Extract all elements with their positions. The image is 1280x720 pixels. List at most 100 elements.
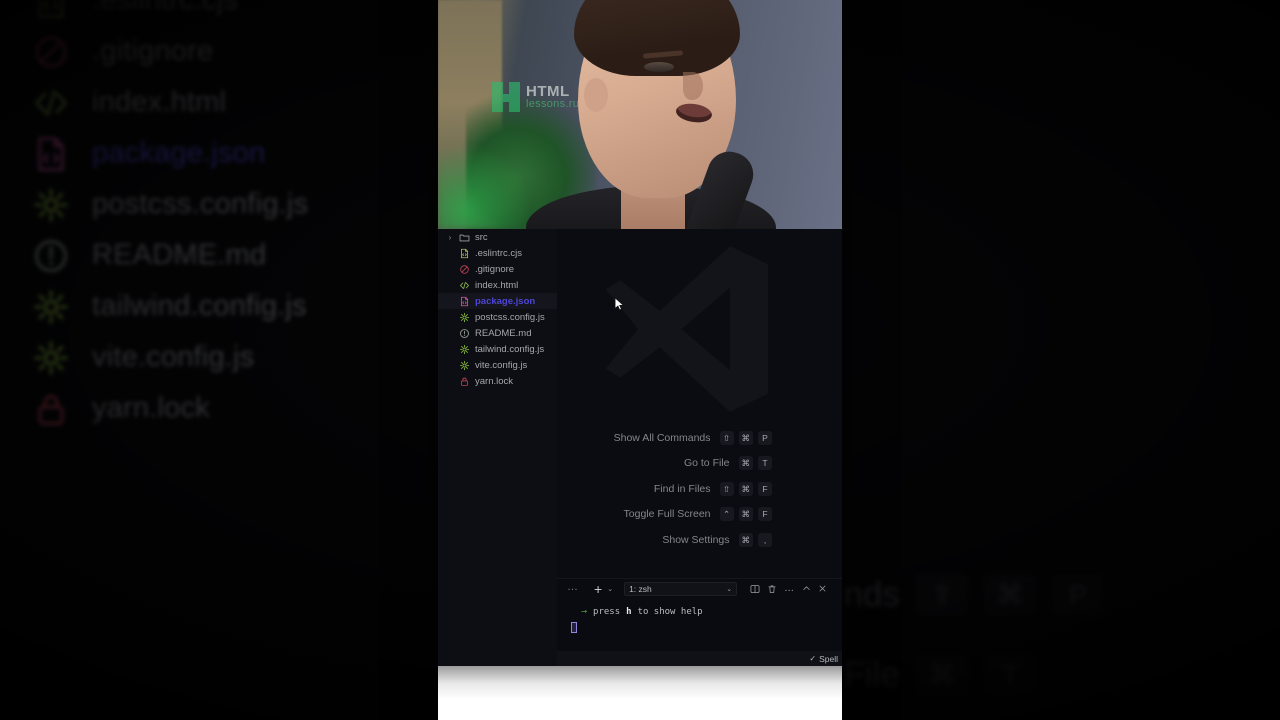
shortcut-row: Go to File ⌘ T: [557, 451, 772, 477]
explorer-item--gitignore[interactable]: .gitignore: [438, 261, 557, 277]
background-shortcut-key: T: [984, 654, 1036, 696]
terminal-more-actions-icon[interactable]: …: [784, 583, 795, 594]
chevron-right-icon[interactable]: ›: [446, 233, 454, 242]
background-file-label: tailwind.config.js: [92, 290, 307, 322]
json-file-icon: [459, 296, 470, 307]
explorer-item-label: yarn.lock: [475, 375, 514, 387]
explorer-item-label: vite.config.js: [475, 359, 528, 371]
status-spell-label[interactable]: Spell: [819, 654, 838, 664]
close-panel-icon[interactable]: [818, 584, 827, 593]
shortcut-label: Go to File: [683, 457, 730, 470]
terminal-key-highlight: h: [626, 606, 632, 617]
explorer-item-tailwind-config-js[interactable]: tailwind.config.js: [438, 341, 557, 357]
vertical-video-stage: HTML lessons.ru › src .eslintrc.cjs .gitign…: [438, 0, 842, 720]
shortcut-key: T: [758, 456, 772, 471]
gear-icon: [30, 286, 72, 328]
gear-icon: [30, 184, 72, 226]
maximize-panel-icon[interactable]: [802, 584, 811, 593]
explorer-item--eslintrc-cjs[interactable]: .eslintrc.cjs: [438, 245, 557, 261]
explorer-item-label: src: [475, 231, 488, 243]
shortcut-key: F: [758, 481, 772, 496]
shortcut-label: Show All Commands: [613, 431, 711, 444]
split-terminal-icon[interactable]: [750, 584, 760, 594]
explorer-item-label: postcss.config.js: [475, 311, 545, 323]
eye: [644, 62, 674, 72]
kill-terminal-icon[interactable]: [767, 584, 777, 594]
background-file-label: vite.config.js: [92, 341, 255, 373]
shortcut-row: Toggle Full Screen ⌃ ⌘ F: [557, 502, 772, 528]
panel-overflow-icon[interactable]: …: [563, 581, 589, 597]
terminal-prompt-arrow-icon: →: [581, 606, 588, 617]
background-file-row: .gitignore: [0, 26, 460, 77]
gear-icon: [459, 312, 470, 323]
terminal-cursor: [571, 622, 577, 633]
status-bar: ✓ Spell: [557, 651, 842, 666]
webcam-overlay: HTML lessons.ru: [438, 0, 842, 229]
shortcut-label: Toggle Full Screen: [623, 508, 711, 521]
info-icon: [30, 235, 72, 277]
shortcut-key: ⌘: [738, 532, 753, 547]
new-terminal-chevron-down-icon[interactable]: ⌄: [607, 585, 613, 593]
background-file-label: .gitignore: [92, 35, 214, 67]
html-icon: [30, 82, 72, 124]
bottom-white-area: [438, 666, 842, 720]
shortcut-key: ⌘: [738, 481, 753, 496]
vscode-workbench: › src .eslintrc.cjs .gitignore index.html pac…: [438, 229, 842, 666]
shortcut-key: ⌘: [738, 456, 753, 471]
nose: [683, 72, 703, 100]
terminal-output[interactable]: → press h to show help: [557, 598, 842, 633]
background-shortcut-row: nds ⇧ ⌘ P: [830, 555, 1280, 635]
shortcut-row: Find in Files ⇧ ⌘ F: [557, 476, 772, 502]
html-lessons-logo-icon: [492, 82, 520, 112]
background-file-list: .eslintrc.cjs .gitignore index.html package…: [0, 0, 460, 434]
explorer-item-label: README.md: [475, 327, 532, 339]
vscode-logo-icon: [585, 239, 785, 419]
shortcut-row: Show Settings ⌘,: [557, 527, 772, 553]
terminal-chevron-down-icon[interactable]: ⌄: [726, 585, 732, 593]
explorer-item-readme-md[interactable]: README.md: [438, 325, 557, 341]
gear-icon: [459, 360, 470, 371]
explorer-item-label: package.json: [475, 295, 536, 307]
shortcut-key: ⇧: [719, 430, 734, 445]
channel-watermark: HTML lessons.ru: [492, 82, 579, 112]
screenshot-root: .eslintrc.cjs .gitignore index.html package…: [0, 0, 1280, 720]
explorer-item-label: index.html: [475, 279, 519, 291]
terminal-toolbar: … + ⌄ 1: zsh ⌄ …: [557, 579, 842, 598]
spell-check-icon: ✓: [809, 654, 817, 663]
shortcut-key: ,: [758, 532, 772, 547]
explorer-item-vite-config-js[interactable]: vite.config.js: [438, 357, 557, 373]
shortcut-label: Show Settings: [662, 533, 730, 546]
background-shortcut-row: File ⌘ T: [830, 635, 1280, 715]
ear: [584, 78, 608, 112]
shortcut-row: Show All Commands ⇧ ⌘ P: [557, 425, 772, 451]
explorer-item-label: .gitignore: [475, 263, 515, 275]
background-shortcut-key: P: [1052, 574, 1104, 616]
explorer-item-label: tailwind.config.js: [475, 343, 545, 355]
shortcut-key: ⌘: [738, 430, 753, 445]
shortcut-key: F: [758, 507, 772, 522]
background-file-row: .eslintrc.cjs: [0, 0, 460, 26]
background-shortcut-key: ⇧: [916, 574, 968, 616]
terminal-tab-select[interactable]: 1: zsh ⌄: [624, 581, 738, 596]
background-file-row: README.md: [0, 230, 460, 281]
background-file-row: index.html: [0, 77, 460, 128]
background-file-label: package.json: [92, 137, 266, 169]
shortcut-key: P: [758, 430, 772, 445]
plant-glow: [438, 139, 528, 229]
explorer-item-postcss-config-js[interactable]: postcss.config.js: [438, 309, 557, 325]
background-file-label: .eslintrc.cjs: [92, 0, 239, 16]
lock-icon: [30, 388, 72, 430]
background-file-row: vite.config.js: [0, 332, 460, 383]
shortcut-key: ⇧: [719, 481, 734, 496]
background-file-label: README.md: [92, 239, 267, 271]
html-icon: [459, 280, 470, 291]
explorer-item-package-json[interactable]: package.json: [438, 293, 557, 309]
code-file-icon: [30, 0, 72, 22]
background-file-row: postcss.config.js: [0, 179, 460, 230]
background-shortcut-key: ⌘: [984, 574, 1036, 616]
explorer-item-index-html[interactable]: index.html: [438, 277, 557, 293]
explorer-item-src[interactable]: › src: [438, 229, 557, 245]
explorer-item-label: .eslintrc.cjs: [475, 247, 522, 259]
new-terminal-button[interactable]: +: [594, 582, 602, 596]
explorer-item-yarn-lock[interactable]: yarn.lock: [438, 373, 557, 389]
